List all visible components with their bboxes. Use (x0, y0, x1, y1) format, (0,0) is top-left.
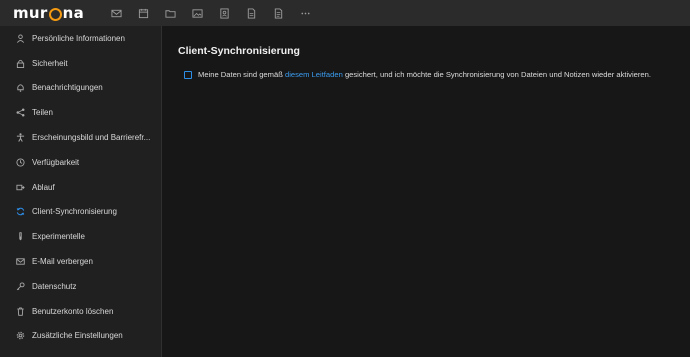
photos-icon[interactable] (184, 0, 211, 26)
sidebar-item-privacy[interactable]: Datenschutz (0, 274, 161, 299)
sidebar-item-label: Ablauf (32, 182, 55, 192)
sidebar-item-label: Client-Synchronisierung (32, 207, 117, 217)
sidebar-item-label: Benachrichtigungen (32, 83, 103, 93)
document-icon[interactable] (265, 0, 292, 26)
sidebar-item-label: Benutzerkonto löschen (32, 306, 114, 316)
sidebar-item-client-sync[interactable]: Client-Synchronisierung (0, 200, 161, 225)
sidebar-item-appearance-accessibility[interactable]: Erscheinungsbild und Barrierefr... (0, 125, 161, 150)
sidebar-item-label: Datenschutz (32, 281, 77, 291)
sync-icon (15, 207, 25, 217)
mail-icon (15, 257, 25, 267)
settings-sidebar: Persönliche Informationen Sicherheit Ben… (0, 26, 162, 357)
sidebar-item-flow[interactable]: Ablauf (0, 175, 161, 200)
sidebar-item-personal-info[interactable]: Persönliche Informationen (0, 26, 161, 51)
sidebar-item-label: Erscheinungsbild und Barrierefr... (32, 133, 151, 143)
app-switcher (103, 0, 319, 26)
trash-icon (15, 306, 25, 316)
sidebar-item-label: Sicherheit (32, 58, 68, 68)
sidebar-item-label: Teilen (32, 108, 53, 118)
guide-link[interactable]: diesem Leitfaden (285, 70, 343, 79)
notes-icon[interactable] (238, 0, 265, 26)
folder-icon[interactable] (157, 0, 184, 26)
logo-text-end: na (62, 4, 85, 22)
sidebar-item-delete-account[interactable]: Benutzerkonto löschen (0, 299, 161, 324)
sync-consent-row: Meine Daten sind gemäß diesem Leitfaden … (184, 70, 651, 79)
bell-icon (15, 83, 25, 93)
logo-text-start: mur (13, 4, 48, 22)
page-title: Client-Synchronisierung (178, 45, 300, 57)
consent-text-after: gesichert, und ich möchte die Synchronis… (344, 70, 651, 79)
sidebar-item-label: Persönliche Informationen (32, 33, 125, 43)
consent-text-before: Meine Daten sind gemäß (198, 70, 283, 79)
sidebar-item-additional-settings[interactable]: Zusätzliche Einstellungen (0, 324, 161, 349)
sidebar-item-security[interactable]: Sicherheit (0, 51, 161, 76)
mail-icon[interactable] (103, 0, 130, 26)
sidebar-item-notifications[interactable]: Benachrichtigungen (0, 76, 161, 101)
calendar-icon[interactable] (130, 0, 157, 26)
flask-icon (15, 232, 25, 242)
clock-icon (15, 157, 25, 167)
share-icon (15, 108, 25, 118)
accessibility-icon (15, 133, 25, 143)
person-icon (15, 33, 25, 43)
more-icon[interactable] (292, 0, 319, 26)
sidebar-item-label: E-Mail verbergen (32, 257, 93, 267)
murena-logo[interactable]: mur na (13, 0, 84, 26)
sync-consent-checkbox[interactable] (184, 70, 192, 79)
top-bar: mur na (0, 0, 690, 26)
sidebar-item-hide-email[interactable]: E-Mail verbergen (0, 249, 161, 274)
sidebar-item-label: Verfügbarkeit (32, 157, 80, 167)
lock-icon (15, 58, 25, 68)
contacts-icon[interactable] (211, 0, 238, 26)
gear-icon (15, 331, 25, 341)
logo-o-mark (48, 7, 62, 21)
sidebar-item-availability[interactable]: Verfügbarkeit (0, 150, 161, 175)
sidebar-item-label: Experimentelle (32, 232, 85, 242)
key-icon (15, 281, 25, 291)
sidebar-item-experimental[interactable]: Experimentelle (0, 224, 161, 249)
main-content: Client-Synchronisierung Meine Daten sind… (162, 26, 690, 357)
flow-icon (15, 182, 25, 192)
sidebar-item-label: Zusätzliche Einstellungen (32, 331, 123, 341)
sidebar-item-sharing[interactable]: Teilen (0, 100, 161, 125)
